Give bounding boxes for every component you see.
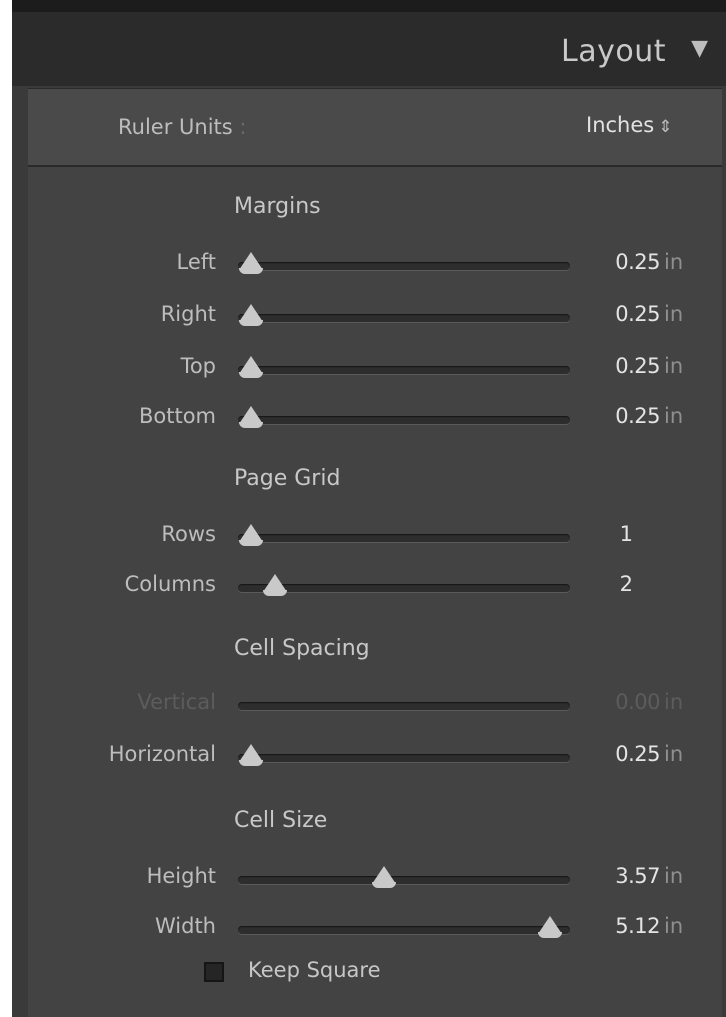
left-margin-unit: in (664, 250, 684, 274)
rows-slider[interactable] (238, 524, 570, 546)
top-margin-label: Top (180, 354, 216, 378)
horizontal-spacing-value[interactable]: 0.25 (590, 742, 660, 766)
panel-header[interactable]: Layout ▼ (12, 12, 726, 86)
cell-size-heading: Cell Size (234, 808, 328, 833)
ruler-units-label: Ruler Units : (118, 115, 246, 139)
left-margin-row: Left 0.25 in (28, 244, 722, 284)
top-margin-value[interactable]: 0.25 (590, 354, 660, 378)
ruler-units-row: Ruler Units : Inches ⇕ (28, 88, 722, 167)
width-label: Width (154, 914, 216, 938)
right-margin-slider[interactable] (238, 304, 570, 326)
width-value[interactable]: 5.12 (590, 914, 660, 938)
bottom-margin-unit: in (664, 404, 684, 428)
vertical-spacing-slider (238, 702, 570, 710)
bottom-margin-slider[interactable] (238, 406, 570, 428)
panel-content: Ruler Units : Inches ⇕ Margins Left 0.25 … (28, 88, 722, 1017)
page-grid-heading: Page Grid (234, 466, 341, 491)
vertical-spacing-row: Vertical 0.00 in (28, 684, 722, 724)
keep-square-label: Keep Square (248, 958, 381, 982)
margins-heading: Margins (234, 194, 321, 219)
right-margin-label: Right (160, 302, 216, 326)
slider-thumb-icon[interactable] (239, 744, 264, 766)
slider-thumb-icon[interactable] (239, 252, 264, 274)
vertical-spacing-unit: in (664, 690, 684, 714)
slider-thumb-icon[interactable] (262, 574, 287, 596)
slider-thumb-icon[interactable] (239, 304, 264, 326)
horizontal-spacing-label: Horizontal (108, 742, 216, 766)
ruler-units-select[interactable]: Inches ⇕ (586, 113, 672, 137)
updown-arrow-icon: ⇕ (658, 117, 673, 137)
slider-thumb-icon[interactable] (239, 406, 264, 428)
collapse-triangle-icon[interactable]: ▼ (691, 36, 708, 61)
left-margin-value[interactable]: 0.25 (590, 250, 660, 274)
ruler-units-text: Ruler Units (118, 115, 233, 139)
vertical-spacing-label: Vertical (137, 690, 216, 714)
right-margin-row: Right 0.25 in (28, 296, 722, 336)
top-margin-row: Top 0.25 in (28, 348, 722, 388)
columns-label: Columns (124, 572, 216, 596)
columns-slider[interactable] (238, 574, 570, 596)
top-margin-slider[interactable] (238, 356, 570, 378)
bottom-margin-value[interactable]: 0.25 (590, 404, 660, 428)
slider-thumb-icon[interactable] (372, 866, 397, 888)
keep-square-checkbox[interactable] (204, 962, 224, 982)
rows-value[interactable]: 1 (606, 522, 646, 546)
height-value[interactable]: 3.57 (590, 864, 660, 888)
left-margin-slider[interactable] (238, 252, 570, 274)
slider-thumb-icon[interactable] (538, 916, 563, 938)
slider-thumb-icon[interactable] (239, 524, 264, 546)
height-label: Height (146, 864, 216, 888)
layout-panel: Layout ▼ Ruler Units : Inches ⇕ Margins L… (12, 0, 726, 1017)
panel-title: Layout (561, 34, 666, 69)
columns-row: Columns 2 (28, 566, 722, 606)
ruler-units-colon: : (239, 115, 247, 139)
horizontal-spacing-unit: in (664, 742, 684, 766)
height-unit: in (664, 864, 684, 888)
bottom-margin-label: Bottom (138, 404, 216, 428)
horizontal-spacing-row: Horizontal 0.25 in (28, 736, 722, 776)
width-row: Width 5.12 in (28, 908, 722, 948)
width-slider[interactable] (238, 916, 570, 938)
left-margin-label: Left (176, 250, 216, 274)
width-unit: in (664, 914, 684, 938)
horizontal-spacing-slider[interactable] (238, 744, 570, 766)
right-margin-value[interactable]: 0.25 (590, 302, 660, 326)
columns-value[interactable]: 2 (606, 572, 646, 596)
bottom-margin-row: Bottom 0.25 in (28, 398, 722, 438)
panel-top-strip (12, 0, 726, 12)
cell-spacing-heading: Cell Spacing (234, 636, 370, 661)
vertical-spacing-value: 0.00 (615, 690, 660, 714)
ruler-units-value: Inches (586, 113, 655, 137)
rows-label: Rows (161, 522, 216, 546)
top-margin-unit: in (664, 354, 684, 378)
height-slider[interactable] (238, 866, 570, 888)
height-row: Height 3.57 in (28, 858, 722, 898)
rows-row: Rows 1 (28, 516, 722, 556)
right-margin-unit: in (664, 302, 684, 326)
slider-thumb-icon[interactable] (239, 356, 264, 378)
